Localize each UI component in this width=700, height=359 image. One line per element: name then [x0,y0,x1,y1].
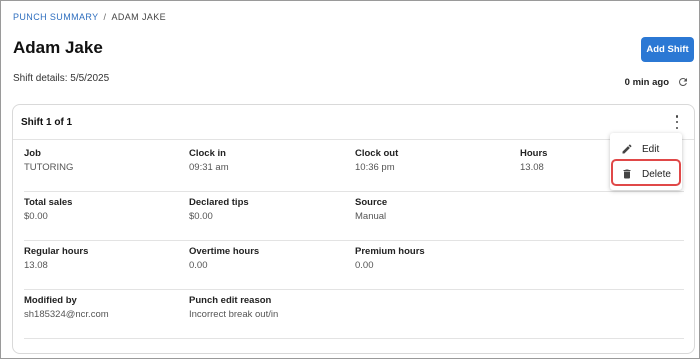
menu-item-delete[interactable]: Delete [610,162,682,186]
field-overtime-hours: Overtime hours 0.00 [189,246,259,272]
pencil-icon [621,143,633,155]
menu-item-label: Edit [642,143,660,155]
field-value: 09:31 am [189,162,229,173]
shift-actions-menu: Edit Delete [610,133,682,190]
shift-card-title: Shift 1 of 1 [21,117,73,128]
shift-card: Shift 1 of 1 Job TUTORING Clock in 09:31… [12,104,695,354]
field-label: Total sales [24,197,73,208]
field-value: 13.08 [24,260,48,271]
detail-row: Regular hours 13.08 Overtime hours 0.00 … [24,246,684,290]
field-label: Clock out [355,148,399,159]
field-clock-in: Clock in 09:31 am [189,148,229,174]
field-value: Incorrect break out/in [189,309,279,320]
field-declared-tips: Declared tips $0.00 [189,197,249,223]
field-value: $0.00 [189,211,213,222]
breadcrumb-separator: / [103,12,107,22]
add-shift-button[interactable]: Add Shift [641,37,694,62]
menu-item-label: Delete [642,168,671,180]
field-label: Source [355,197,388,208]
field-value: $0.00 [24,211,48,222]
field-label: Punch edit reason [189,295,272,306]
detail-row: Modified by sh185324@ncr.com Punch edit … [24,295,684,339]
field-label: Job [24,148,41,159]
breadcrumb: PUNCH SUMMARY / ADAM JAKE [13,12,166,22]
field-value: sh185324@ncr.com [24,309,109,320]
field-label: Declared tips [189,197,249,208]
field-source: Source Manual [355,197,387,223]
shift-card-header: Shift 1 of 1 [13,105,694,140]
detail-row: Total sales $0.00 Declared tips $0.00 So… [24,197,684,241]
detail-row: Job TUTORING Clock in 09:31 am Clock out… [24,148,684,192]
shift-details-date: Shift details: 5/5/2025 [13,73,110,84]
field-value: 13.08 [520,162,544,173]
field-value: Manual [355,211,387,222]
field-label: Clock in [189,148,226,159]
field-label: Regular hours [24,246,89,257]
refresh-status: 0 min ago [625,76,689,88]
page-title: Adam Jake [13,38,103,57]
breadcrumb-current: ADAM JAKE [111,12,167,22]
field-value: TUTORING [24,162,74,173]
field-value: 0.00 [189,260,208,271]
field-label: Overtime hours [189,246,260,257]
field-value: 10:36 pm [355,162,395,173]
app-frame: PUNCH SUMMARY / ADAM JAKE Adam Jake Add … [0,0,700,359]
field-regular-hours: Regular hours 13.08 [24,246,88,272]
trash-icon [621,168,633,180]
field-label: Modified by [24,295,77,306]
field-premium-hours: Premium hours 0.00 [355,246,425,272]
refresh-icon[interactable] [677,76,689,88]
field-label: Premium hours [355,246,425,257]
field-label: Hours [520,148,548,159]
menu-item-edit[interactable]: Edit [610,137,682,161]
field-modified-by: Modified by sh185324@ncr.com [24,295,109,321]
field-clock-out: Clock out 10:36 pm [355,148,398,174]
field-hours: Hours 13.08 [520,148,547,174]
field-total-sales: Total sales $0.00 [24,197,72,223]
last-updated-text: 0 min ago [624,76,669,88]
field-job: Job TUTORING [24,148,73,174]
breadcrumb-punch-summary[interactable]: PUNCH SUMMARY [13,12,99,22]
field-punch-edit-reason: Punch edit reason Incorrect break out/in [189,295,278,321]
field-value: 0.00 [355,260,374,271]
more-vertical-icon[interactable] [674,115,680,129]
